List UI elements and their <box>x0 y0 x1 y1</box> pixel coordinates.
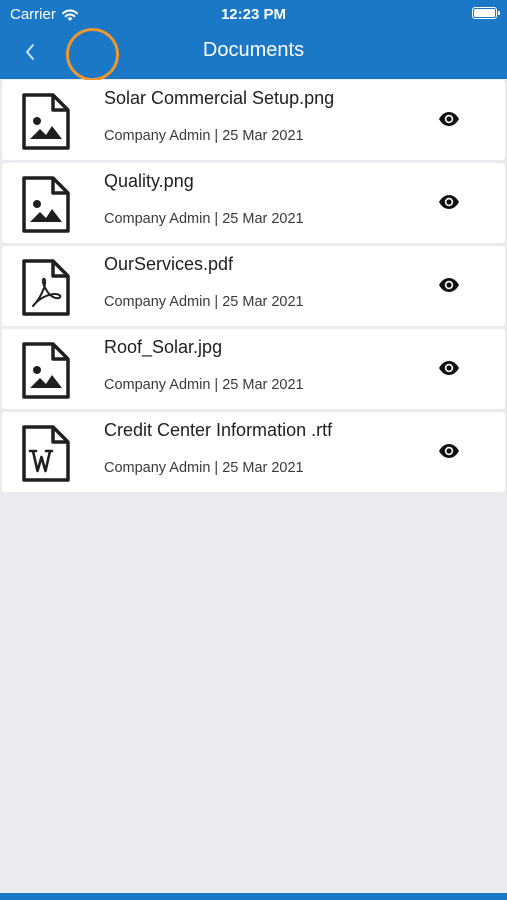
document-name: Solar Commercial Setup.png <box>104 88 335 108</box>
document-row[interactable]: OurServices.pdf Company Admin | 25 Mar 2… <box>2 246 505 326</box>
document-row[interactable]: Credit Center Information .rtf Company A… <box>2 412 505 492</box>
document-list: Solar Commercial Setup.png Company Admin… <box>2 80 505 495</box>
eye-icon[interactable] <box>438 360 460 376</box>
bottom-accent-bar <box>0 893 507 900</box>
status-time: 12:23 PM <box>220 6 287 23</box>
page-title: Documents <box>202 39 305 61</box>
document-row[interactable]: Roof_Solar.jpg Company Admin | 25 Mar 20… <box>2 329 505 409</box>
image-file-icon <box>22 342 70 399</box>
image-file-icon <box>22 93 70 150</box>
battery-icon <box>472 7 500 19</box>
status-bar: Carrier 12:23 PM <box>0 0 507 28</box>
document-meta: Company Admin | 25 Mar 2021 <box>104 460 304 476</box>
eye-icon[interactable] <box>438 277 460 293</box>
document-name: Quality.png <box>104 171 194 191</box>
document-row[interactable]: Quality.png Company Admin | 25 Mar 2021 <box>2 163 505 243</box>
document-meta: Company Admin | 25 Mar 2021 <box>104 211 304 227</box>
image-file-icon <box>22 176 70 233</box>
document-meta: Company Admin | 25 Mar 2021 <box>104 377 304 393</box>
pdf-file-icon <box>22 259 70 316</box>
eye-icon[interactable] <box>438 111 460 127</box>
document-meta: Company Admin | 25 Mar 2021 <box>104 294 304 310</box>
word-file-icon <box>22 425 70 482</box>
document-name: Credit Center Information .rtf <box>104 420 333 440</box>
document-name: OurServices.pdf <box>104 254 234 274</box>
navigation-bar: Carrier 12:23 PM Documents <box>0 0 507 81</box>
document-row[interactable]: Solar Commercial Setup.png Company Admin… <box>2 80 505 160</box>
eye-icon[interactable] <box>438 443 460 459</box>
eye-icon[interactable] <box>438 194 460 210</box>
document-name: Roof_Solar.jpg <box>104 337 223 357</box>
document-meta: Company Admin | 25 Mar 2021 <box>104 128 304 144</box>
